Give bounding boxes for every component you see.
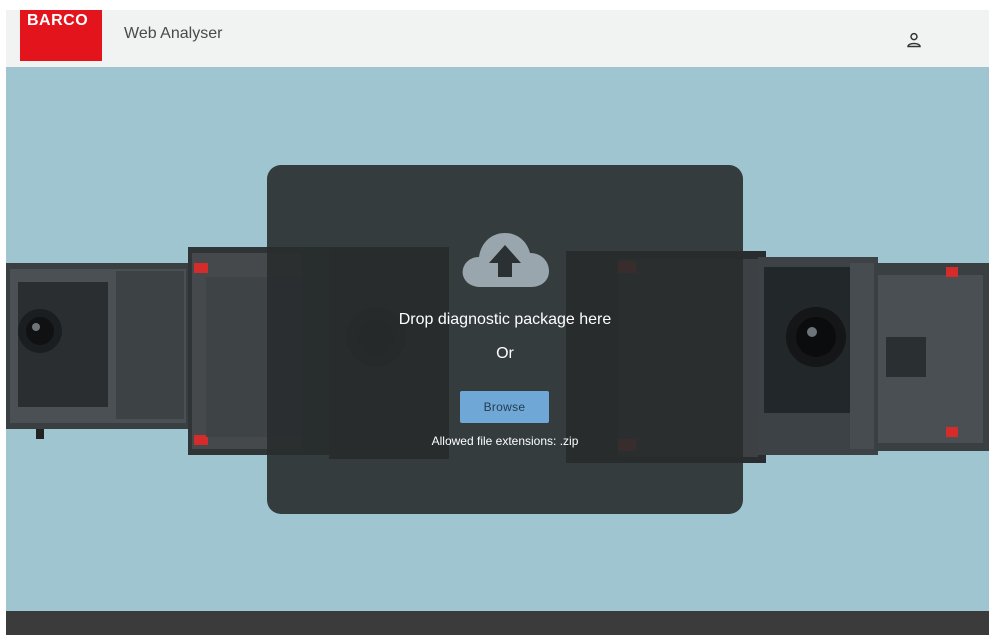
drop-instruction: Drop diagnostic package here xyxy=(398,311,612,328)
logo-text: BARCO xyxy=(27,12,89,29)
cloud-upload-icon xyxy=(462,233,549,287)
user-account-button[interactable] xyxy=(902,28,926,52)
top-bar: BARCO Web Analyser xyxy=(6,10,989,67)
allowed-extensions-note: Allowed file extensions: .zip xyxy=(431,434,579,448)
footer-bar xyxy=(6,611,989,635)
barco-logo[interactable]: BARCO xyxy=(20,10,102,61)
app-frame: BARCO Web Analyser Drop diagnostic packa… xyxy=(6,10,989,635)
user-icon xyxy=(907,32,921,48)
or-separator: Or xyxy=(496,345,514,362)
app-title: Web Analyser xyxy=(124,25,223,42)
file-drop-zone[interactable]: Drop diagnostic package here Or Browse A… xyxy=(267,165,743,514)
browse-button[interactable]: Browse xyxy=(460,391,549,423)
